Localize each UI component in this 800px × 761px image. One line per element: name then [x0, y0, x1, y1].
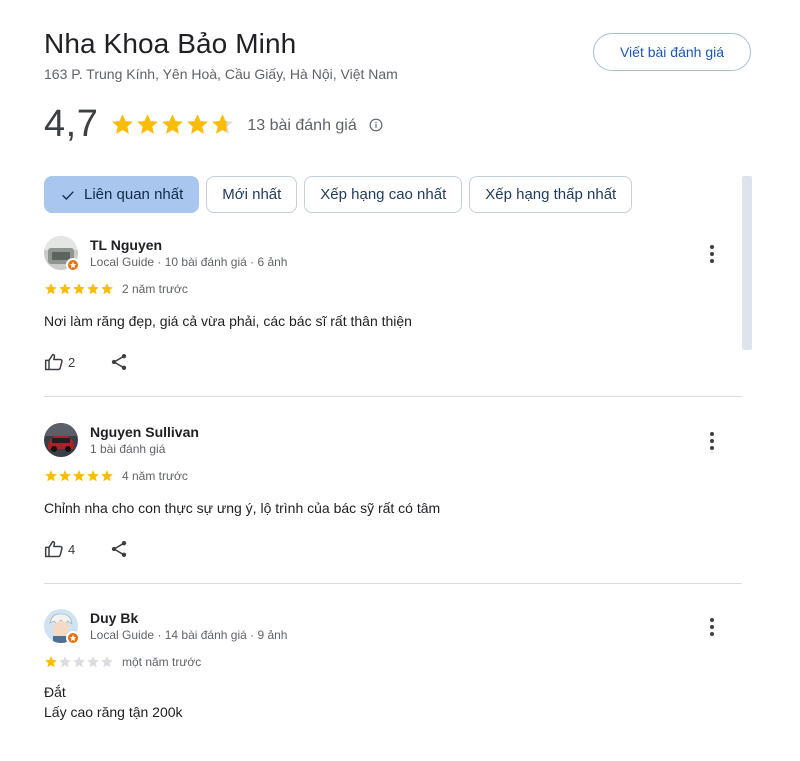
star-icon	[59, 656, 71, 668]
reviewer-meta: Local Guide · 14 bài đánh giá · 9 ảnh	[90, 628, 288, 642]
reviewer-name[interactable]: Nguyen Sullivan	[90, 424, 199, 440]
star-icon	[73, 283, 85, 295]
review-text-line: Đắt	[44, 684, 66, 700]
star-icon	[73, 656, 85, 668]
star-icon	[73, 470, 85, 482]
chip-label: Liên quan nhất	[84, 186, 184, 203]
chip-most-relevant[interactable]: Liên quan nhất	[44, 176, 200, 213]
star-icon	[87, 283, 99, 295]
review-actions: 4	[44, 539, 129, 559]
chip-highest-rating[interactable]: Xếp hạng cao nhất	[304, 176, 463, 213]
star-icon	[45, 283, 57, 295]
review-text: Chỉnh nha cho con thực sự ưng ý, lộ trìn…	[44, 500, 441, 516]
review-time: một năm trước	[122, 655, 202, 669]
share-icon[interactable]	[109, 539, 129, 559]
star-rating	[44, 469, 114, 483]
review-stars: 2 năm trước	[44, 282, 188, 296]
star-icon	[45, 470, 57, 482]
avatar[interactable]	[44, 236, 80, 272]
check-icon	[62, 190, 74, 200]
review-stars: một năm trước	[44, 655, 201, 669]
thumbs-up-icon	[44, 540, 63, 558]
review-count: 13 bài đánh giá	[247, 117, 357, 134]
like-count: 2	[68, 354, 76, 370]
local-guide-badge-icon	[66, 258, 80, 272]
divider	[44, 396, 742, 397]
avatar[interactable]	[44, 609, 80, 645]
star-icon	[59, 470, 71, 482]
review-stars: 4 năm trước	[44, 469, 188, 483]
chip-newest[interactable]: Mới nhất	[206, 176, 298, 213]
like-button[interactable]: 2	[44, 352, 75, 372]
share-icon[interactable]	[109, 352, 129, 372]
rating-value: 4,7	[44, 102, 99, 145]
place-title: Nha Khoa Bảo Minh	[44, 28, 297, 59]
star-icon	[101, 283, 113, 295]
scrollbar[interactable]	[742, 176, 752, 350]
reviewer-meta: 1 bài đánh giá	[90, 442, 166, 456]
star-icon	[101, 470, 113, 482]
info-icon[interactable]	[369, 118, 383, 132]
star-icon	[87, 470, 99, 482]
rating-stars	[110, 112, 235, 137]
place-address: 163 P. Trung Kính, Yên Hoà, Cầu Giấy, Hà…	[44, 66, 398, 82]
write-review-button[interactable]: Viết bài đánh giá	[593, 33, 751, 71]
review-text: Nơi làm răng đẹp, giá cả vừa phải, các b…	[44, 313, 412, 329]
star-icon	[212, 113, 234, 134]
rating-summary: 4,7 13 bài đánh giá	[44, 100, 383, 148]
review-time: 4 năm trước	[122, 469, 188, 483]
like-button[interactable]: 4	[44, 539, 75, 559]
star-icon	[59, 283, 71, 295]
avatar[interactable]	[44, 423, 78, 457]
star-icon	[112, 113, 134, 134]
reviewer-name[interactable]: Duy Bk	[90, 610, 138, 626]
review-text: Đắt Lấy cao răng tận 200k	[44, 682, 183, 722]
more-options-icon[interactable]	[701, 615, 723, 639]
star-icon	[187, 113, 209, 134]
thumbs-up-icon	[44, 353, 63, 371]
more-options-icon[interactable]	[701, 429, 723, 453]
star-icon	[45, 656, 57, 668]
sort-chips: Liên quan nhất Mới nhất Xếp hạng cao nhấ…	[44, 176, 639, 213]
star-icon	[87, 656, 99, 668]
like-count: 4	[68, 541, 76, 557]
star-rating	[44, 282, 114, 296]
chip-lowest-rating[interactable]: Xếp hạng thấp nhất	[469, 176, 633, 213]
local-guide-badge-icon	[66, 631, 80, 645]
star-icon	[101, 656, 113, 668]
more-options-icon[interactable]	[701, 242, 723, 266]
reviewer-meta: Local Guide · 10 bài đánh giá · 6 ảnh	[90, 255, 288, 269]
star-rating	[44, 655, 114, 669]
chip-label: Xếp hạng cao nhất	[320, 186, 447, 203]
review-time: 2 năm trước	[122, 282, 188, 296]
divider	[44, 583, 742, 584]
star-icon	[162, 113, 184, 134]
reviewer-name[interactable]: TL Nguyen	[90, 237, 162, 253]
star-icon	[137, 113, 159, 134]
review-text-line: Lấy cao răng tận 200k	[44, 704, 183, 720]
chip-label: Mới nhất	[222, 186, 282, 203]
review-actions: 2	[44, 352, 129, 372]
chip-label: Xếp hạng thấp nhất	[485, 186, 617, 203]
